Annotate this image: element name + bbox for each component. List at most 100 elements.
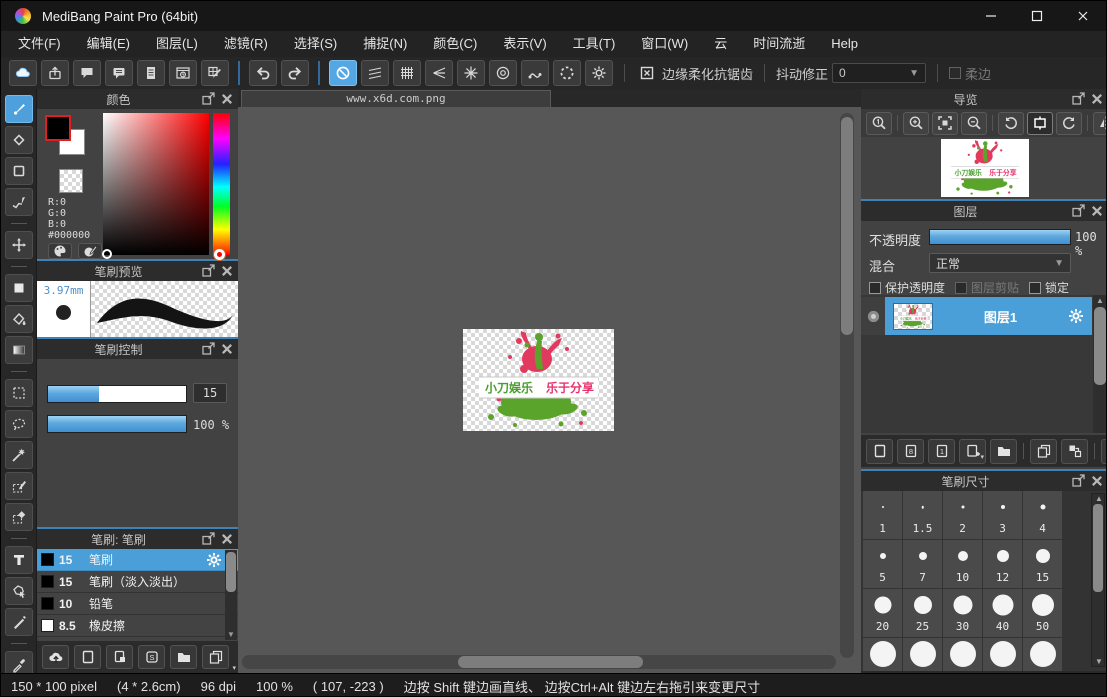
blend-dropdown[interactable]: 正常 ▼ <box>929 253 1071 273</box>
new-8bit-layer-button[interactable]: 8 <box>897 439 924 464</box>
close-icon[interactable] <box>1089 203 1105 219</box>
snap-vanishing-point-button[interactable] <box>425 60 453 86</box>
rotate-right-button[interactable] <box>1056 112 1082 135</box>
brush-size-cell-7[interactable]: 7 <box>903 540 942 588</box>
brush-size-cell-3[interactable]: 3 <box>983 491 1022 539</box>
popout-icon[interactable] <box>200 263 216 279</box>
brush-list-row[interactable]: 15笔刷 <box>37 549 238 571</box>
snap-concentric-button[interactable] <box>489 60 517 86</box>
menu-item-1[interactable]: 文件(F) <box>5 31 74 57</box>
stabilizer-dropdown[interactable]: 0 ▼ <box>832 63 926 83</box>
popout-icon[interactable] <box>1070 203 1086 219</box>
canvas-horizontal-scrollbar[interactable] <box>242 655 836 669</box>
brush-opacity-slider[interactable] <box>47 415 187 433</box>
popout-icon[interactable] <box>1070 91 1086 107</box>
snap-grid-button[interactable] <box>393 60 421 86</box>
bucket-tool[interactable] <box>5 305 33 333</box>
brush-size-cell-40[interactable]: 40 <box>983 589 1022 637</box>
fit-screen-button[interactable] <box>932 112 958 135</box>
layer-settings-icon[interactable] <box>1068 308 1084 324</box>
brush-size-cell-30[interactable]: 30 <box>943 589 982 637</box>
menu-item-4[interactable]: 滤镜(R) <box>211 31 281 57</box>
close-icon[interactable] <box>219 263 235 279</box>
new-brush-button[interactable] <box>74 645 101 669</box>
menu-item-13[interactable]: Help <box>818 31 871 57</box>
lasso-tool[interactable] <box>5 410 33 438</box>
layer-folder-button[interactable] <box>990 439 1017 464</box>
duplicate-brush-button[interactable] <box>202 645 229 669</box>
maximize-button[interactable] <box>1014 1 1060 31</box>
menu-item-6[interactable]: 捕捉(N) <box>350 31 420 57</box>
zoom-in-button[interactable] <box>903 112 929 135</box>
close-button[interactable] <box>1060 1 1106 31</box>
layer-opacity-slider[interactable] <box>929 229 1071 245</box>
soft-edge-checkbox[interactable] <box>949 67 961 79</box>
brush-size-cell-12[interactable]: 12 <box>983 540 1022 588</box>
chat-button[interactable] <box>73 60 101 86</box>
popout-icon[interactable] <box>200 91 216 107</box>
brush-size-cell-25[interactable]: 25 <box>903 589 942 637</box>
snap-curve-button[interactable] <box>521 60 549 86</box>
antialias-icon[interactable] <box>636 62 658 84</box>
layer-list-scrollbar[interactable]: ▲ <box>1093 295 1107 433</box>
shape-brush-tool[interactable] <box>5 157 33 185</box>
move-tool[interactable] <box>5 231 33 259</box>
eraser-tool[interactable] <box>5 126 33 154</box>
merge-layer-button[interactable] <box>1061 439 1088 464</box>
cloud-button[interactable] <box>9 60 37 86</box>
popout-icon[interactable] <box>200 531 216 547</box>
hue-indicator[interactable] <box>214 249 225 260</box>
brush-list-row[interactable]: 15笔刷（淡入淡出） <box>37 571 238 593</box>
snap-parallel-button[interactable] <box>361 60 389 86</box>
reset-rotation-button[interactable] <box>1027 112 1053 135</box>
snap-settings-button[interactable] <box>585 60 613 86</box>
brush-list-row[interactable]: 8.5橡皮擦 <box>37 615 238 637</box>
protect-alpha-checkbox[interactable]: 保护透明度 <box>869 279 945 296</box>
edit-canvas-button[interactable] <box>201 60 229 86</box>
saturation-value-box[interactable] <box>103 113 209 255</box>
snap-off-button[interactable] <box>329 60 357 86</box>
brush-size-cell-50[interactable]: 50 <box>1023 589 1062 637</box>
foreground-color-swatch[interactable] <box>45 115 71 141</box>
canvas-document[interactable] <box>463 329 614 431</box>
fill-rect-tool[interactable] <box>5 274 33 302</box>
menu-item-11[interactable]: 云 <box>701 31 740 57</box>
palette-button[interactable] <box>48 243 72 259</box>
operation-tool[interactable] <box>5 577 33 605</box>
gradient-tool[interactable] <box>5 336 33 364</box>
close-icon[interactable] <box>1089 473 1105 489</box>
divide-tool[interactable] <box>5 608 33 636</box>
duplicate-layer-button[interactable] <box>1030 439 1057 464</box>
brush-size-cell[interactable] <box>943 638 982 671</box>
zoom-out-button[interactable] <box>961 112 987 135</box>
menu-item-10[interactable]: 窗口(W) <box>628 31 701 57</box>
document-tab[interactable]: www.x6d.com.png <box>241 90 551 107</box>
transparent-color-swatch[interactable] <box>59 169 83 193</box>
navigator-thumbnail[interactable] <box>941 139 1029 197</box>
redo-button[interactable] <box>281 60 309 86</box>
menu-item-7[interactable]: 颜色(C) <box>420 31 490 57</box>
timelapse-window-button[interactable] <box>169 60 197 86</box>
flip-horizontal-button[interactable] <box>1093 112 1107 135</box>
brush-size-cell[interactable] <box>863 638 902 671</box>
brush-size-cell-2[interactable]: 2 <box>943 491 982 539</box>
popout-icon[interactable] <box>1070 473 1086 489</box>
new-layer-button[interactable] <box>866 439 893 464</box>
brush-size-cell[interactable] <box>983 638 1022 671</box>
brush-size-cell-20[interactable]: 20 <box>863 589 902 637</box>
menu-item-3[interactable]: 图层(L) <box>143 31 211 57</box>
sv-indicator[interactable] <box>102 249 112 259</box>
snap-ellipse-button[interactable] <box>553 60 581 86</box>
zoom-100-button[interactable] <box>866 112 892 135</box>
brush-size-slider[interactable] <box>47 385 187 403</box>
add-layer-menu-button[interactable]: ▾ <box>959 439 986 464</box>
select-rect-tool[interactable] <box>5 379 33 407</box>
layer-row[interactable]: 图层1 <box>861 297 1092 335</box>
comment-button[interactable] <box>105 60 133 86</box>
popout-icon[interactable] <box>200 341 216 357</box>
close-icon[interactable] <box>1089 91 1105 107</box>
brush-size-cell-10[interactable]: 10 <box>943 540 982 588</box>
brush-size-cell[interactable] <box>1023 638 1062 671</box>
canvas-vertical-scrollbar[interactable] <box>840 113 854 658</box>
menu-item-2[interactable]: 编辑(E) <box>74 31 143 57</box>
